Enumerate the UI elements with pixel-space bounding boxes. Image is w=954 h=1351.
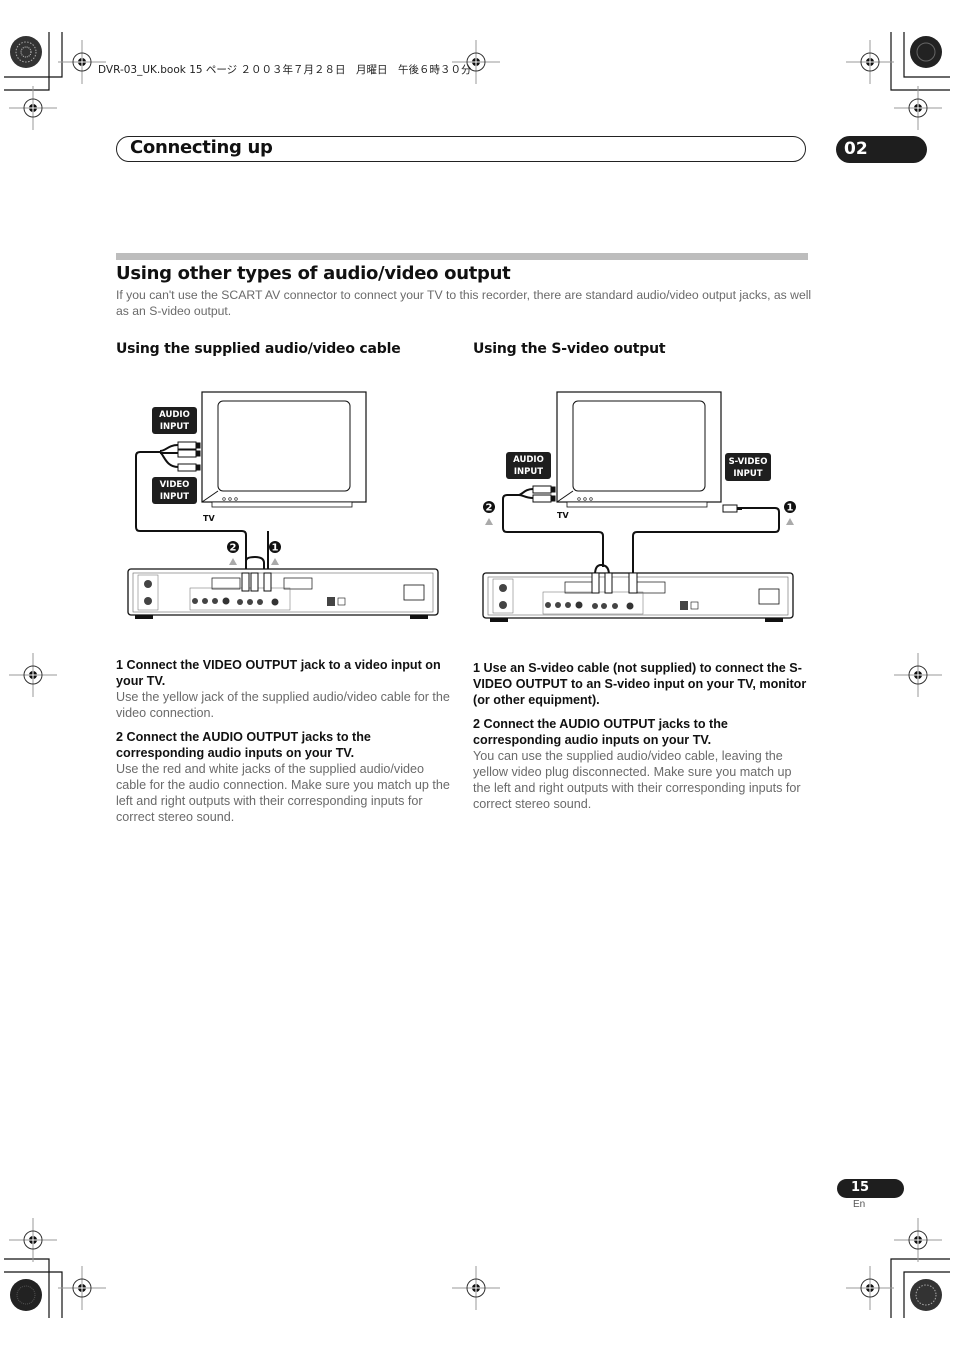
video-input-label-line2: INPUT [160, 492, 189, 502]
right-step-1-heading: 1 Use an S-video cable (not supplied) to… [473, 661, 807, 707]
registration-target [894, 1218, 942, 1262]
svideo-plug-tv [722, 504, 742, 513]
callout-1-text: 1 [272, 543, 279, 554]
right-subsection-title: Using the S-video output [473, 341, 666, 357]
rosette-top-right [910, 36, 942, 68]
registration-target [452, 1266, 500, 1310]
left-step-2: 2 Connect the AUDIO OUTPUT jacks to the … [116, 729, 452, 825]
registration-target [9, 653, 57, 697]
page-number-badge: 15 [837, 1179, 904, 1198]
rca-plugs-tv [532, 485, 556, 503]
svideo-cable [632, 507, 780, 575]
chapter-title: Connecting up [130, 137, 273, 158]
registration-target [894, 86, 942, 130]
page-number: 15 [851, 1180, 870, 1195]
chapter-number-badge: 02 [836, 136, 927, 163]
audio-input-label-line1: AUDIO [513, 455, 544, 465]
print-header-line: DVR-03_UK.book 15 ページ ２００３年７月２８日 月曜日 午後６… [98, 64, 472, 76]
right-steps: 1 Use an S-video cable (not supplied) to… [473, 660, 809, 812]
callout-1: 1 [784, 501, 796, 525]
video-input-label-line1: VIDEO [160, 480, 190, 490]
registration-target [846, 1266, 894, 1310]
callout-2-text: 2 [230, 543, 237, 554]
registration-target [9, 1218, 57, 1262]
audio-input-label: AUDIO INPUT [506, 452, 551, 479]
audio-input-label: AUDIO INPUT [152, 407, 197, 434]
av-cable-diagram: AUDIO INPUT VIDEO INPUT TV 2 1 [127, 391, 439, 619]
rosette-top-left [10, 36, 42, 68]
recorder-rear-panel [482, 572, 794, 622]
registration-target [9, 86, 57, 130]
left-step-2-heading: 2 Connect the AUDIO OUTPUT jacks to the … [116, 730, 371, 760]
registration-target [894, 653, 942, 697]
section-intro: If you can't use the SCART AV connector … [116, 288, 812, 318]
svideo-input-label-line2: INPUT [733, 469, 762, 479]
video-input-label: VIDEO INPUT [152, 477, 197, 504]
tv-label: TV [557, 511, 569, 520]
callout-1: 1 [269, 541, 281, 565]
registration-target [58, 1266, 106, 1310]
section-divider [116, 253, 808, 260]
left-subsection-title: Using the supplied audio/video cable [116, 341, 401, 357]
right-step-2: 2 Connect the AUDIO OUTPUT jacks to the … [473, 716, 809, 812]
tv-illustration [556, 391, 722, 508]
chapter-number: 02 [844, 139, 868, 159]
callout-2-text: 2 [486, 503, 493, 514]
tv-illustration [201, 391, 367, 508]
rca-plugs-tv [177, 441, 201, 472]
right-step-2-heading: 2 Connect the AUDIO OUTPUT jacks to the … [473, 717, 728, 747]
svideo-input-label-line1: S-VIDEO [729, 457, 768, 467]
rosette-bottom-right [910, 1279, 942, 1311]
left-step-1-heading: 1 Connect the VIDEO OUTPUT jack to a vid… [116, 658, 441, 688]
tv-label: TV [203, 514, 215, 523]
rosette-bottom-left [10, 1279, 42, 1311]
left-steps: 1 Connect the VIDEO OUTPUT jack to a vid… [116, 657, 452, 825]
audio-input-label-line1: AUDIO [159, 410, 190, 420]
svideo-input-label: S-VIDEO INPUT [725, 453, 771, 481]
page-language: En [853, 1199, 866, 1210]
svideo-diagram: AUDIO INPUT S-VIDEO INPUT TV 2 1 [482, 391, 796, 622]
left-step-2-body: Use the red and white jacks of the suppl… [116, 762, 450, 824]
recorder-rear-panel [127, 568, 439, 619]
right-step-2-body: You can use the supplied audio/video cab… [473, 749, 801, 811]
callout-2: 2 [227, 541, 239, 565]
callout-2: 2 [483, 501, 495, 525]
audio-input-label-line2: INPUT [160, 422, 189, 432]
left-step-1: 1 Connect the VIDEO OUTPUT jack to a vid… [116, 657, 452, 721]
callout-1-text: 1 [787, 503, 794, 514]
section-title: Using other types of audio/video output [116, 263, 511, 284]
audio-input-label-line2: INPUT [514, 467, 543, 477]
left-step-1-body: Use the yellow jack of the supplied audi… [116, 690, 450, 720]
rca-plugs-recorder [241, 572, 272, 592]
right-step-1: 1 Use an S-video cable (not supplied) to… [473, 660, 809, 708]
registration-target [846, 40, 894, 84]
